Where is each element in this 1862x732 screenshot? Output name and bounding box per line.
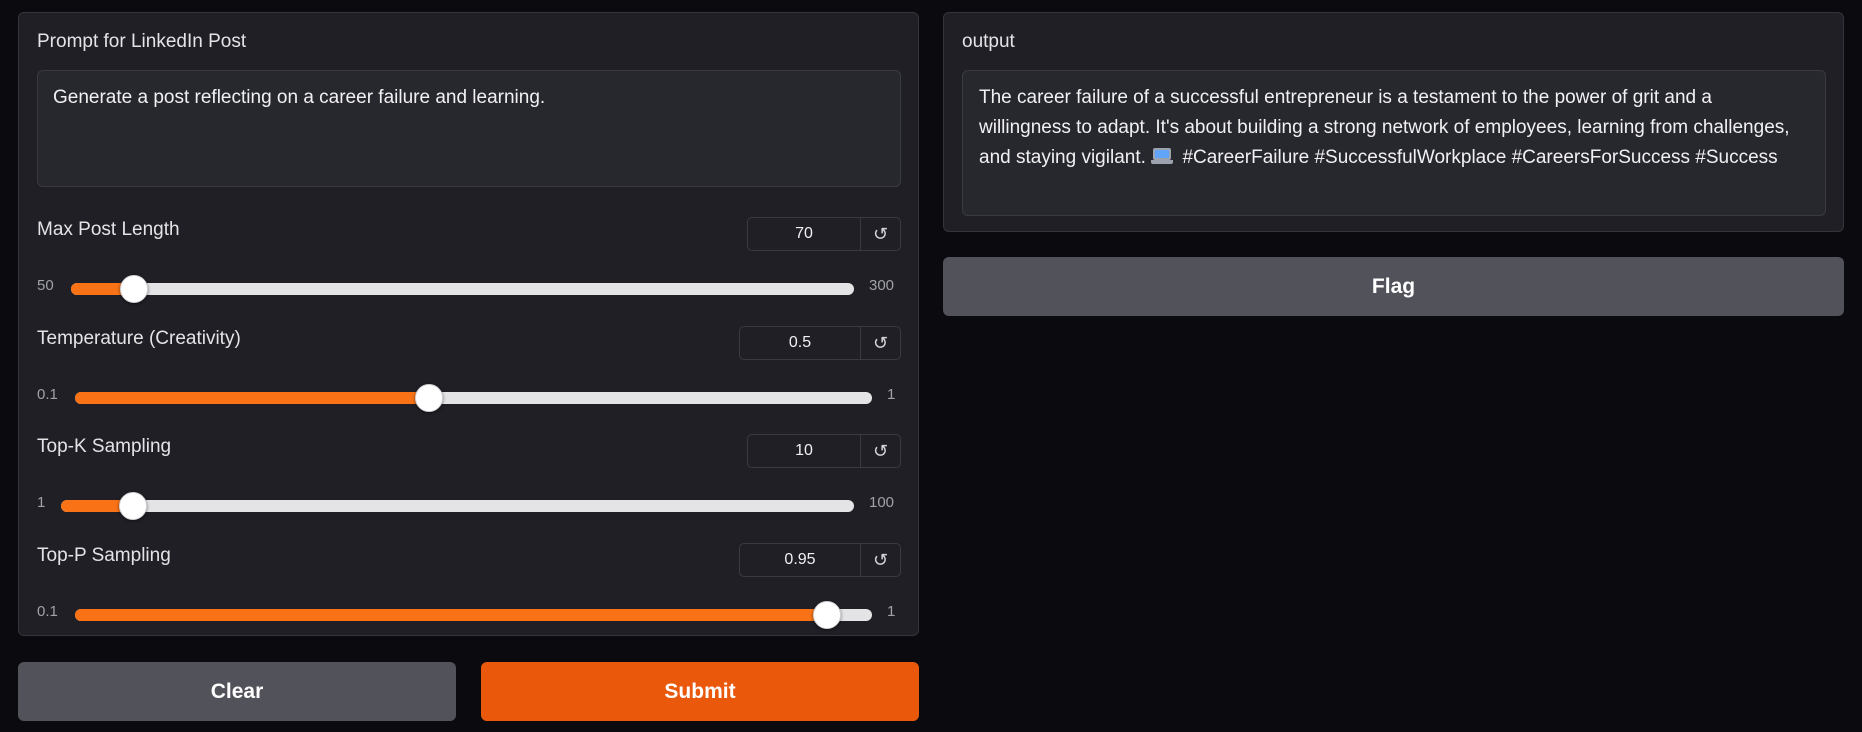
range-min: 1 [37,494,46,511]
slider-top-p: Top-P Sampling 0.95 ↺ 0.1 1 [19,543,920,653]
slider-label: Max Post Length [37,219,180,240]
slider-track[interactable] [61,492,854,520]
flag-button[interactable]: Flag [943,257,1844,316]
range-min: 50 [37,277,54,294]
number-input: 0.95 ↺ [739,543,901,577]
output-label: output [962,31,1015,52]
laptop-icon [1151,148,1174,164]
slider-top-k: Top-K Sampling 10 ↺ 1 100 [19,434,920,544]
number-value[interactable]: 0.5 [740,327,860,359]
range-max: 300 [869,277,895,294]
number-value[interactable]: 70 [748,218,860,250]
reset-icon[interactable]: ↺ [860,435,900,467]
range-max: 1 [887,603,896,620]
slider-track[interactable] [75,601,872,629]
slider-thumb[interactable] [119,275,148,303]
number-input: 0.5 ↺ [739,326,901,360]
slider-label: Top-K Sampling [37,436,172,457]
input-panel: Prompt for LinkedIn Post Generate a post… [18,12,919,636]
reset-icon[interactable]: ↺ [860,327,900,359]
output-panel: output The career failure of a successfu… [943,12,1844,232]
reset-icon[interactable]: ↺ [860,218,900,250]
slider-fill [75,609,828,621]
slider-thumb[interactable] [813,601,842,629]
range-max: 1 [887,386,896,403]
slider-thumb[interactable] [414,384,443,412]
slider-fill [75,392,429,404]
submit-button[interactable]: Submit [481,662,919,721]
clear-button[interactable]: Clear [18,662,456,721]
prompt-input[interactable]: Generate a post reflecting on a career f… [37,70,901,187]
range-min: 0.1 [37,603,58,620]
slider-thumb[interactable] [119,492,148,520]
number-value[interactable]: 0.95 [740,544,860,576]
slider-max-post-length: Max Post Length 70 ↺ 50 300 [19,217,920,327]
slider-label: Temperature (Creativity) [37,328,241,349]
range-min: 0.1 [37,386,58,403]
slider-track[interactable] [75,384,872,412]
number-input: 70 ↺ [747,217,901,251]
output-textbox[interactable]: The career failure of a successful entre… [962,70,1826,216]
number-input: 10 ↺ [747,434,901,468]
range-max: 100 [869,494,895,511]
number-value[interactable]: 10 [748,435,860,467]
slider-track[interactable] [71,275,854,303]
slider-temperature: Temperature (Creativity) 0.5 ↺ 0.1 1 [19,326,920,436]
output-hashtags: #CareerFailure #SuccessfulWorkplace #Car… [1182,147,1778,168]
reset-icon[interactable]: ↺ [860,544,900,576]
slider-label: Top-P Sampling [37,545,171,566]
prompt-label: Prompt for LinkedIn Post [37,31,247,52]
